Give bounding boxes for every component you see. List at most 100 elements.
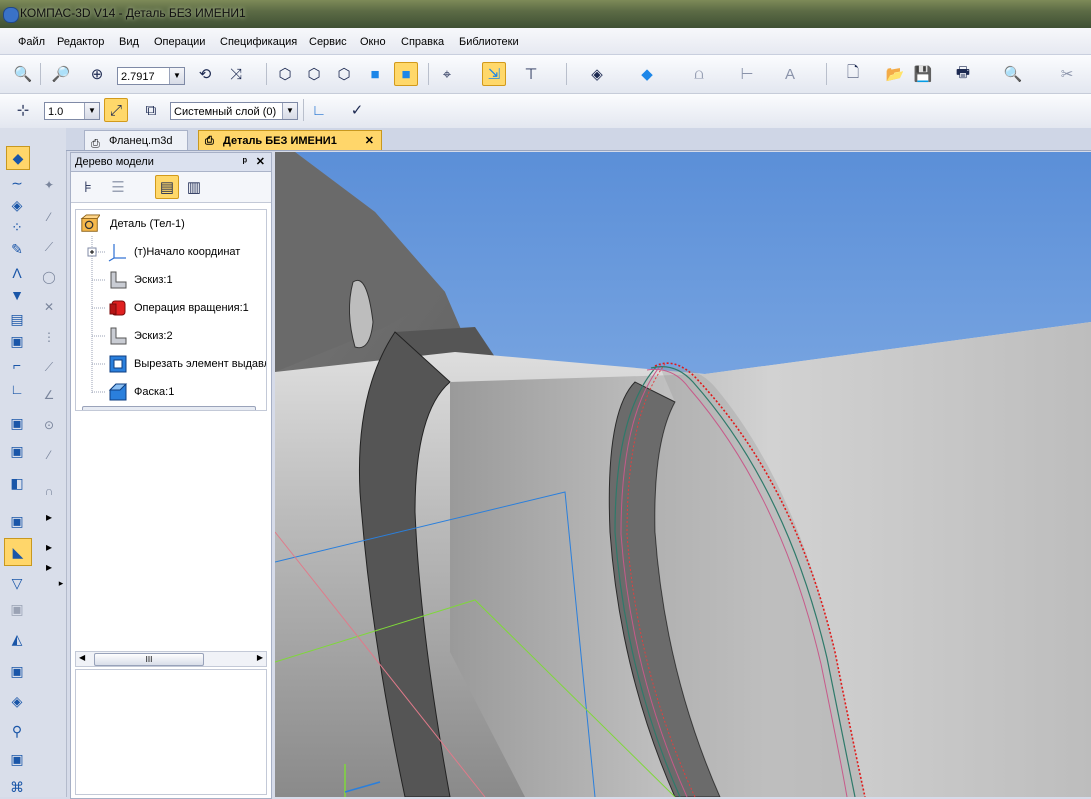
tab-flanets[interactable]: ⎙ Фланец.m3d — [84, 130, 188, 150]
open-folder-icon[interactable]: 📂 — [884, 63, 906, 85]
thin-lines-icon[interactable]: ⬡ — [333, 63, 355, 85]
scroll-thumb[interactable]: III — [94, 653, 204, 666]
kinematic-icon[interactable]: ◧ — [6, 472, 28, 494]
small-arrow-icon[interactable]: ▸ — [40, 508, 58, 526]
zoom-window-icon[interactable]: 🔍 — [12, 63, 34, 85]
save-icon[interactable]: 💾 — [912, 63, 934, 85]
tree-hscrollbar[interactable]: ◀ III ▶ — [75, 651, 267, 667]
extrude-icon[interactable]: ▣ — [6, 412, 28, 434]
tree-structure-icon[interactable]: ⊧ — [77, 176, 99, 198]
aux-geometry-icon[interactable]: ✎ — [6, 238, 28, 260]
magnet-icon[interactable]: ∩ — [40, 482, 58, 500]
cross-icon[interactable]: ✕ — [40, 298, 58, 316]
select-filter-icon[interactable]: ⇲ — [482, 62, 506, 86]
editing-details-icon[interactable]: ◆ — [6, 146, 30, 170]
tree-inner-scroll[interactable] — [82, 406, 256, 410]
chevron-down-icon[interactable]: ▼ — [84, 103, 99, 119]
shaded-edges-icon[interactable]: ■ — [394, 62, 418, 86]
tab-detail[interactable]: ⎙ Деталь БЕЗ ИМЕНИ1 ✕ — [198, 130, 382, 150]
cut-icon[interactable]: ✂ — [1056, 63, 1078, 85]
plane-icon[interactable]: ⟋ — [40, 238, 58, 256]
scroll-left-icon[interactable]: ◀ — [79, 653, 85, 662]
chevron-down-icon[interactable]: ▼ — [282, 103, 297, 119]
chamfer-tool-icon[interactable]: ◣ — [4, 538, 32, 566]
section-icon[interactable]: ◈ — [586, 63, 608, 85]
sketch-icon[interactable]: ∟ — [308, 99, 330, 121]
perspective-icon[interactable]: ⌖ — [436, 63, 458, 85]
menu-operations[interactable]: Операции — [154, 36, 205, 48]
spec-icon[interactable]: ▤ — [6, 308, 28, 330]
close-icon[interactable]: ✕ — [256, 153, 265, 171]
angle-icon[interactable]: ∠ — [40, 386, 58, 404]
crane-icon[interactable]: ⊤ — [520, 63, 542, 85]
thread-icon[interactable]: ⌘ — [6, 776, 28, 798]
orientation-icon[interactable]: ⤨ — [225, 63, 247, 85]
cube-color-icon[interactable]: ◆ — [636, 63, 658, 85]
menu-service[interactable]: Сервис — [309, 36, 347, 48]
measure-icon[interactable]: Λ — [6, 262, 28, 284]
rotate-icon[interactable]: ⟲ — [194, 63, 216, 85]
hole-icon[interactable]: ▽ — [6, 572, 28, 594]
zoom-in-icon[interactable]: ⊕ — [86, 63, 108, 85]
shaded-icon[interactable]: ■ — [364, 63, 386, 85]
layers-icon[interactable]: ⩍ — [688, 63, 710, 85]
menu-libraries[interactable]: Библиотеки — [459, 36, 519, 48]
dimension-icon[interactable]: ⊢ — [736, 63, 758, 85]
pin-icon[interactable]: ᵖ — [243, 153, 247, 171]
axis-icon[interactable]: ⁄ — [40, 208, 58, 226]
boolean-icon[interactable]: ▣ — [6, 660, 28, 682]
bisect-icon[interactable]: ⟋ — [40, 358, 58, 376]
cut-extrude-icon[interactable]: ▣ — [6, 510, 28, 532]
print-icon[interactable]: 🖶 — [952, 63, 974, 85]
zoom-combo[interactable]: 2.7917 ▼ — [117, 67, 185, 85]
menu-file[interactable]: Файл — [18, 36, 45, 48]
pattern-icon[interactable]: ▣ — [6, 748, 28, 770]
scroll-right-icon[interactable]: ▶ — [257, 653, 263, 662]
sketch-tool-icon[interactable]: ∟ — [6, 378, 28, 400]
arrays-icon[interactable]: ⁘ — [6, 216, 28, 238]
report-icon[interactable]: ▣ — [6, 330, 28, 352]
mirror-icon[interactable]: ⚲ — [6, 720, 28, 742]
spatial-curves-icon[interactable]: ∼ — [6, 172, 28, 194]
tree-split-icon[interactable]: ▥ — [183, 176, 205, 198]
check-icon[interactable]: ✓ — [346, 99, 368, 121]
menu-window[interactable]: Окно — [360, 36, 386, 48]
line-segment-icon[interactable]: ⁄ — [40, 446, 58, 464]
revolve-tool-icon[interactable]: ▣ — [6, 440, 28, 462]
zoom-select-icon[interactable]: 🔎 — [50, 63, 72, 85]
tree-filter-icon[interactable]: ☰ — [107, 176, 129, 198]
hidden-lines-icon[interactable]: ⬡ — [303, 63, 325, 85]
layer-icon[interactable]: ⧉ — [140, 99, 162, 121]
shell-icon[interactable]: ▣ — [6, 598, 28, 620]
surfaces-icon[interactable]: ◈ — [6, 194, 28, 216]
menu-specification[interactable]: Спецификация — [220, 36, 297, 48]
grid-step-icon[interactable]: ⊹ — [12, 99, 34, 121]
properties-area — [75, 669, 267, 795]
filter-icon[interactable]: ▼ — [6, 284, 28, 306]
model-view[interactable] — [275, 152, 1091, 797]
preview-icon[interactable]: 🔍 — [1002, 63, 1024, 85]
small-arrow-icon[interactable]: ▸ — [40, 538, 58, 556]
tree-list-icon[interactable]: ▤ — [155, 175, 179, 199]
circle-point-icon[interactable]: ◯ — [40, 268, 58, 286]
point-icon[interactable]: ✦ — [40, 176, 58, 194]
snap-icon[interactable]: ⤢ — [104, 98, 128, 122]
params-toolbar: ⊹ 1.0 ▼ ⤢ ⧉ Системный слой (0) ▼ ∟ ✓ — [0, 94, 1091, 129]
3d-viewport[interactable] — [275, 152, 1091, 797]
menu-editor[interactable]: Редактор — [57, 36, 104, 48]
step-combo[interactable]: 1.0 ▼ — [44, 102, 100, 120]
rib-icon[interactable]: ◭ — [6, 628, 28, 650]
close-tab-icon[interactable]: ✕ — [365, 131, 374, 151]
wireframe-icon[interactable]: ⬡ — [274, 63, 296, 85]
sheet-metal-icon[interactable]: ⌐ — [6, 354, 28, 376]
menu-help[interactable]: Справка — [401, 36, 444, 48]
menu-view[interactable]: Вид — [119, 36, 139, 48]
expand-panel-icon[interactable]: ▸ — [52, 574, 70, 592]
control-point-icon[interactable]: ⊙ — [40, 416, 58, 434]
chevron-down-icon[interactable]: ▼ — [169, 68, 184, 84]
new-document-icon[interactable]: 🗋 — [842, 63, 864, 85]
dotted-line-icon[interactable]: ⋮ — [40, 328, 58, 346]
layer-combo[interactable]: Системный слой (0) ▼ — [170, 102, 298, 120]
text-dimension-icon[interactable]: A — [779, 63, 801, 85]
draft-icon[interactable]: ◈ — [6, 690, 28, 712]
